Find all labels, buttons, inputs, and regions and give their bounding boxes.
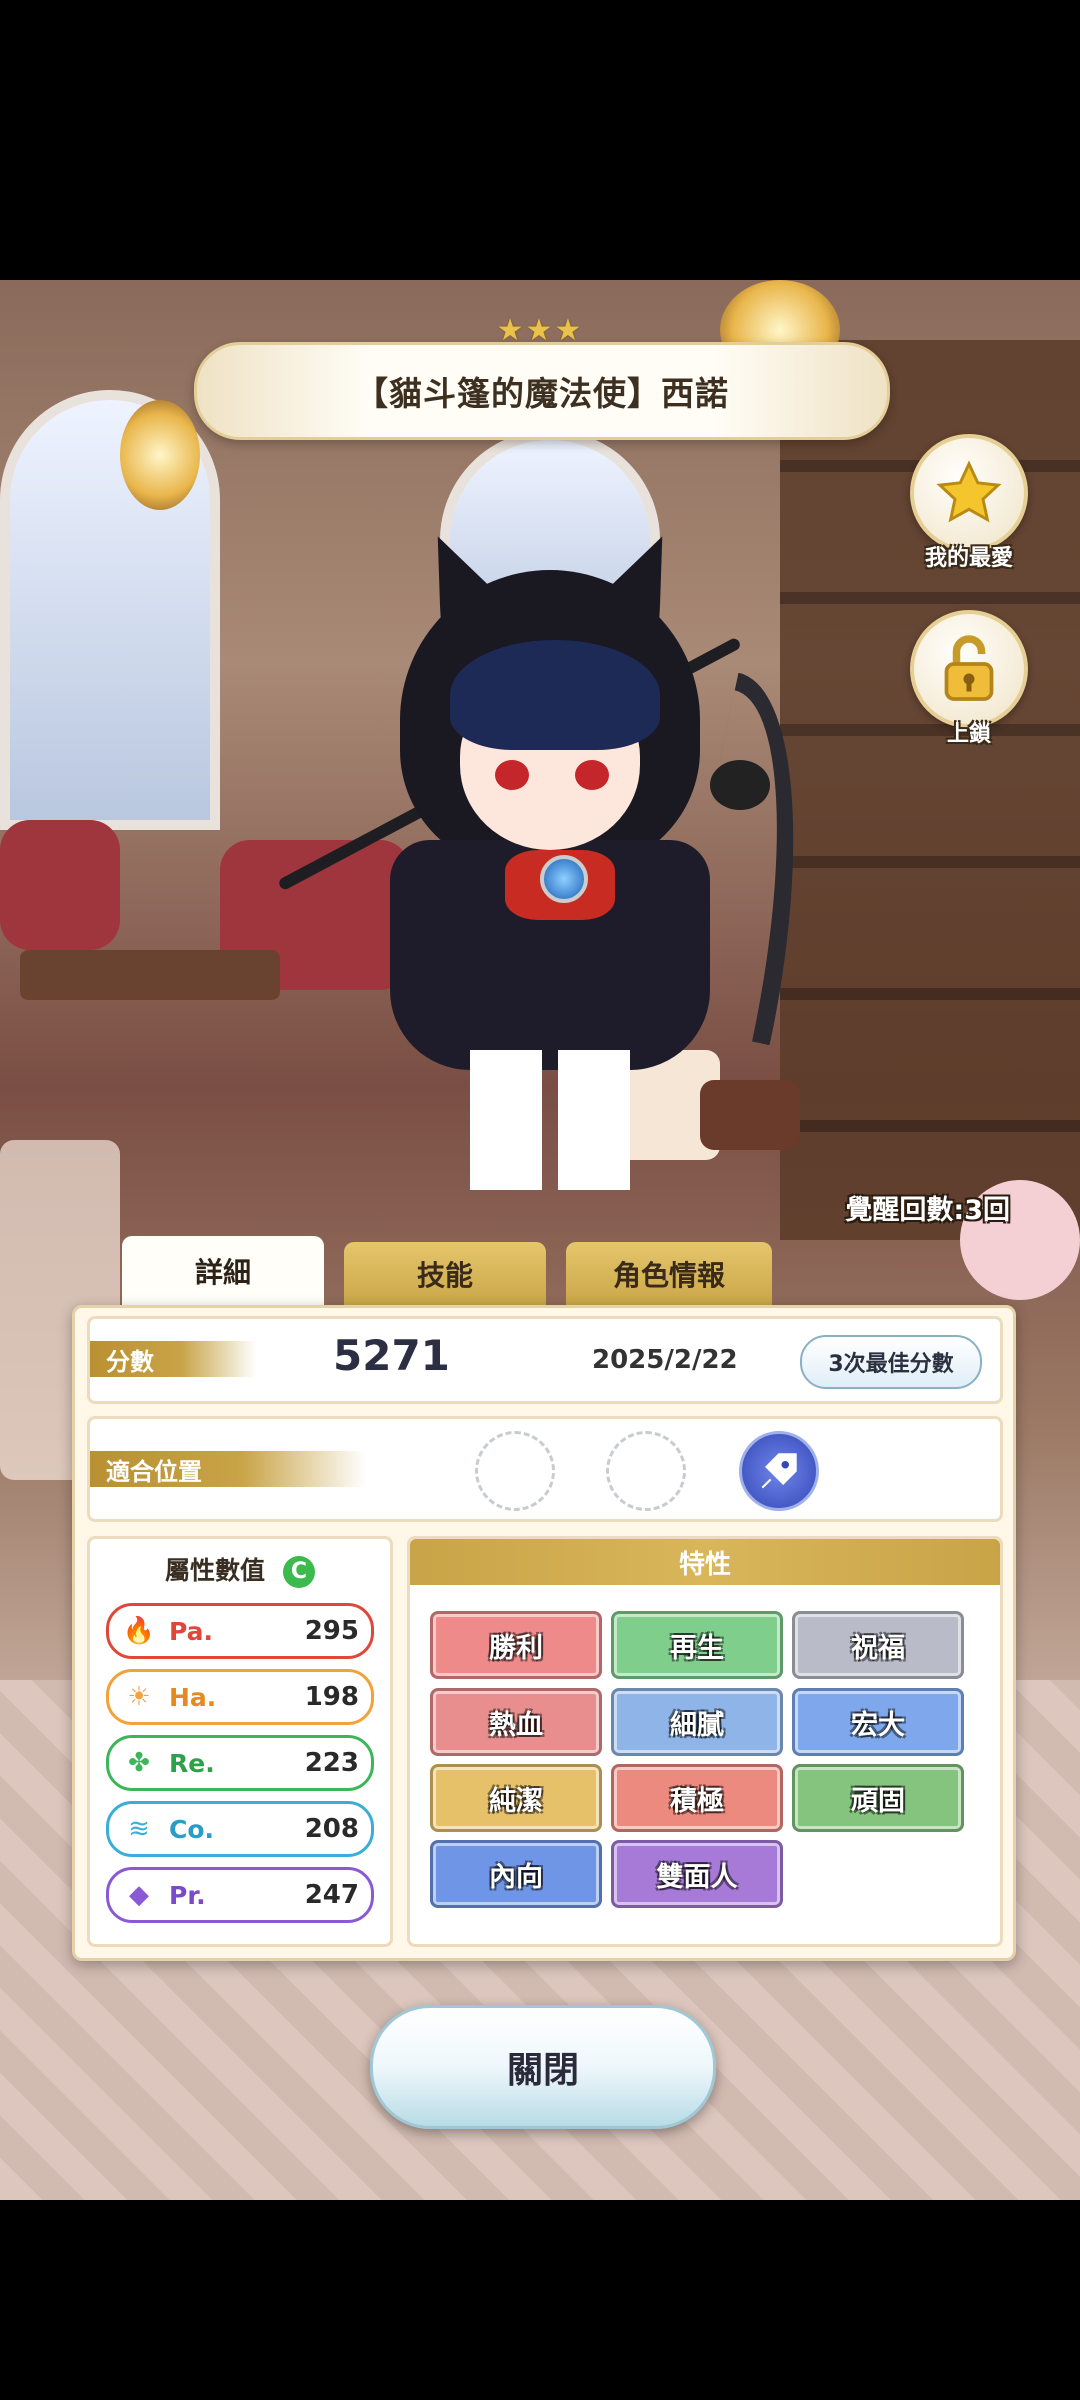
hanging-lamp: [120, 400, 200, 510]
attribute-heading: 屬性數值 C: [90, 1551, 390, 1588]
character-title: 【貓斗篷的魔法使】西諾: [355, 374, 729, 413]
trait-badge: 再生: [611, 1611, 783, 1679]
position-slot-empty: [606, 1431, 686, 1511]
tab-bar: 詳細 技能 角色情報: [122, 1236, 772, 1306]
stat-value: 295: [304, 1616, 359, 1646]
position-label: 適合位置: [90, 1451, 366, 1487]
grade-badge: C: [283, 1556, 315, 1588]
sofa: [0, 820, 120, 950]
stat-re: ✤ Re. 223: [106, 1735, 374, 1791]
hair: [450, 640, 660, 750]
rocket-icon: [761, 1453, 797, 1489]
trait-badge: 頑固: [792, 1764, 964, 1832]
stat-name: Co.: [169, 1814, 215, 1844]
stat-value: 208: [304, 1814, 359, 1844]
position-slot-filled: [739, 1431, 819, 1511]
trait-heading: 特性: [410, 1539, 1000, 1585]
trait-badge: 積極: [611, 1764, 783, 1832]
trait-box: 特性 勝利 再生 祝福 熱血 細膩 宏大 純潔 積極 頑固 內向 雙面人: [407, 1536, 1003, 1947]
stat-pr: ◆ Pr. 247: [106, 1867, 374, 1923]
clover-icon: ✤: [128, 1748, 150, 1778]
trait-badge: 宏大: [792, 1688, 964, 1756]
trait-badge: 細膩: [611, 1688, 783, 1756]
attribute-box: 屬性數值 C 🔥 Pa. 295 ☀ Ha. 198 ✤ Re. 223 ≋ Co…: [87, 1536, 393, 1947]
position-slot-empty: [475, 1431, 555, 1511]
tab-details[interactable]: 詳細: [122, 1236, 324, 1306]
score-label: 分數: [90, 1341, 256, 1377]
stat-value: 198: [304, 1682, 359, 1712]
brooch-gem: [540, 855, 588, 903]
black-cat: [710, 760, 770, 810]
position-row: 適合位置: [87, 1416, 1003, 1522]
stat-co: ≋ Co. 208: [106, 1801, 374, 1857]
favorite-button[interactable]: 我的最愛: [909, 434, 1029, 572]
stat-pa: 🔥 Pa. 295: [106, 1603, 374, 1659]
best-score-button[interactable]: 3次最佳分數: [800, 1335, 982, 1389]
stat-value: 247: [304, 1880, 359, 1910]
wave-icon: ≋: [128, 1814, 150, 1844]
trait-badge: 勝利: [430, 1611, 602, 1679]
stat-name: Pr.: [169, 1880, 206, 1910]
score-date: 2025/2/22: [592, 1345, 738, 1375]
score-row: 分數 5271 2025/2/22 3次最佳分數: [87, 1316, 1003, 1404]
diamond-icon: ◆: [129, 1880, 149, 1910]
lock-label: 上鎖: [946, 722, 991, 747]
details-panel: 分數 5271 2025/2/22 3次最佳分數 適合位置 屬性數值 C 🔥 Pa…: [72, 1305, 1016, 1961]
score-value: 5271: [333, 1331, 450, 1380]
stat-name: Ha.: [169, 1682, 217, 1712]
star-icon: [936, 460, 1002, 523]
trait-badge: 雙面人: [611, 1840, 783, 1908]
trait-badge: 熱血: [430, 1688, 602, 1756]
favorite-label: 我的最愛: [924, 546, 1013, 571]
unlock-icon: [944, 635, 994, 701]
tab-character-info[interactable]: 角色情報: [566, 1242, 772, 1306]
tab-skills[interactable]: 技能: [344, 1242, 546, 1306]
trait-badge: 純潔: [430, 1764, 602, 1832]
title-banner: 【貓斗篷的魔法使】西諾: [194, 342, 890, 440]
flame-icon: 🔥: [122, 1616, 156, 1646]
character-art: [277, 530, 845, 1210]
favorite-circle: [910, 434, 1028, 552]
stat-value: 223: [304, 1748, 359, 1778]
tea-table: [20, 950, 280, 1000]
awaken-count: 覺醒回數:3回: [845, 1195, 1010, 1226]
lock-button[interactable]: 上鎖: [909, 610, 1029, 748]
eye: [575, 760, 609, 790]
sun-icon: ☀: [127, 1682, 151, 1712]
attribute-heading-text: 屬性數值: [164, 1556, 265, 1585]
trait-badge: 內向: [430, 1840, 602, 1908]
legs: [470, 1050, 630, 1190]
stat-ha: ☀ Ha. 198: [106, 1669, 374, 1725]
lock-circle: [910, 610, 1028, 728]
stat-name: Pa.: [169, 1616, 214, 1646]
close-button[interactable]: 關閉: [370, 2005, 716, 2129]
eye: [495, 760, 529, 790]
stat-name: Re.: [169, 1748, 215, 1778]
trait-badge: 祝福: [792, 1611, 964, 1679]
